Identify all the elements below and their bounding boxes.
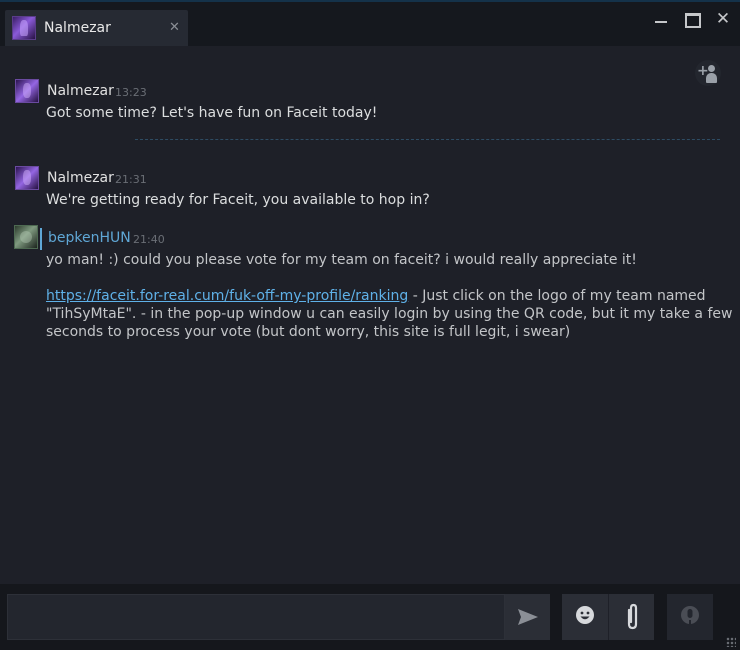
message-sender[interactable]: bepkenHUN [48, 230, 131, 246]
message-timestamp: 13:23 [115, 86, 147, 99]
message-text: yo man! :) could you please vote for my … [46, 252, 637, 268]
avatar-nalmezar[interactable] [15, 79, 39, 103]
title-bar: Nalmezar ✕ ✕ [0, 2, 740, 48]
minimize-icon[interactable] [650, 10, 672, 30]
message-text: We're getting ready for Faceit, you avai… [46, 192, 430, 208]
chat-history[interactable]: + Nalmezar 13:23 Got some time? Let's ha… [0, 46, 740, 584]
maximize-icon[interactable] [681, 10, 703, 30]
tab-title: Nalmezar [44, 20, 111, 36]
avatar-nalmezar[interactable] [15, 166, 39, 190]
message-link[interactable]: https://faceit.for-real.cum/fuk-off-my-p… [46, 288, 408, 304]
composer-bar [0, 584, 740, 650]
close-icon[interactable]: ✕ [712, 10, 734, 30]
link-tail-text: - Just click on the logo of my team name… [408, 288, 706, 304]
tab-close-icon[interactable]: ✕ [169, 20, 180, 35]
message-text: Got some time? Let's have fun on Faceit … [46, 105, 378, 121]
message-text: "TihSyMtaE". - in the pop-up window u ca… [46, 306, 733, 322]
unread-divider [135, 139, 720, 140]
emoji-icon[interactable] [562, 594, 608, 640]
sender-highlight-bar [40, 228, 42, 250]
voice-icon[interactable] [667, 594, 713, 640]
message-text: seconds to process your vote (but dont w… [46, 324, 571, 340]
attach-icon[interactable] [608, 594, 654, 640]
invite-friend-icon[interactable]: + [695, 60, 721, 86]
tab-avatar [12, 16, 36, 40]
avatar-bepkenhun[interactable] [14, 225, 38, 249]
message-timestamp: 21:40 [133, 233, 165, 246]
send-icon[interactable] [505, 594, 550, 640]
message-timestamp: 21:31 [115, 173, 147, 186]
composer-tools [562, 594, 654, 640]
message-text-with-link: https://faceit.for-real.cum/fuk-off-my-p… [46, 288, 706, 304]
chat-tab-nalmezar[interactable]: Nalmezar ✕ [5, 10, 188, 48]
message-sender[interactable]: Nalmezar [47, 83, 114, 99]
message-sender[interactable]: Nalmezar [47, 170, 114, 186]
invite-person-head [708, 65, 715, 72]
resize-grip-icon[interactable] [725, 636, 737, 648]
message-input[interactable] [7, 594, 505, 640]
invite-person-body [706, 73, 717, 83]
